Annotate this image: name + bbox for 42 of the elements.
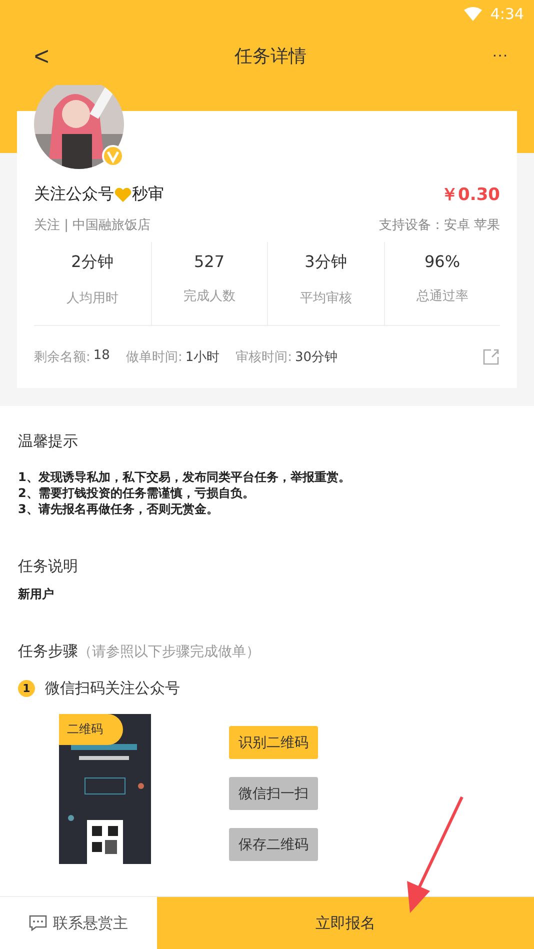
heart-icon xyxy=(114,186,132,202)
stat-label: 总通过率 xyxy=(416,288,468,305)
signup-button[interactable]: 立即报名 xyxy=(157,897,534,949)
steps-hint: （请参照以下步骤完成做单） xyxy=(78,644,260,660)
qr-action-button[interactable]: 识别二维码 xyxy=(229,726,318,759)
info-value: 18 xyxy=(93,348,110,365)
page-title: 任务详情 xyxy=(234,45,307,68)
tip-text: 2、需要打钱投资的任务需谨慎，亏损自负。 xyxy=(18,485,256,501)
stat-label: 人均用时 xyxy=(66,290,118,307)
step-text: 微信扫码关注公众号 xyxy=(45,679,180,698)
task-title: 关注公众号 xyxy=(34,184,114,205)
tip-text: 3、请先报名再做任务，否则无赏金。 xyxy=(18,501,220,517)
stat-label: 完成人数 xyxy=(183,288,236,305)
info-value: 30分钟 xyxy=(295,349,338,366)
tip-text: 1、发现诱导私加，私下交易，发布同类平台任务，举报重赏。 xyxy=(18,469,352,485)
task-subtitle: 关注 | 中国融旅饭店 xyxy=(34,217,151,234)
stat-value: 96% xyxy=(424,252,460,271)
step-number: 1 xyxy=(18,680,35,697)
image-label: 二维码 xyxy=(59,714,123,745)
info-label: 做单时间: xyxy=(126,349,182,366)
info-label: 审核时间: xyxy=(236,349,292,366)
description-text: 新用户 xyxy=(18,586,55,603)
qr-action-button[interactable]: 微信扫一扫 xyxy=(229,777,318,810)
steps-title: 任务步骤 xyxy=(18,642,78,660)
stat-value: 527 xyxy=(194,252,225,271)
stat-value: 3分钟 xyxy=(304,252,347,273)
stat-value: 2分钟 xyxy=(71,252,114,273)
info-label: 剩余名额: xyxy=(34,349,90,366)
qr-action-button[interactable]: 保存二维码 xyxy=(229,828,318,861)
stat-label: 平均审核 xyxy=(300,290,352,307)
status-time: 4:34 xyxy=(490,4,524,22)
info-value: 1小时 xyxy=(185,349,220,366)
share-icon[interactable] xyxy=(482,348,500,366)
task-title-suffix: 秒审 xyxy=(132,184,164,205)
supported-devices: 支持设备：安卓 苹果 xyxy=(378,217,500,234)
chat-icon xyxy=(29,915,47,931)
description-title: 任务说明 xyxy=(18,557,79,576)
wifi-icon xyxy=(464,6,482,20)
task-price: ￥0.30 xyxy=(441,184,500,206)
more-button[interactable]: ··· xyxy=(488,48,512,64)
tips-title: 温馨提示 xyxy=(18,432,79,451)
back-button[interactable]: < xyxy=(30,43,54,69)
